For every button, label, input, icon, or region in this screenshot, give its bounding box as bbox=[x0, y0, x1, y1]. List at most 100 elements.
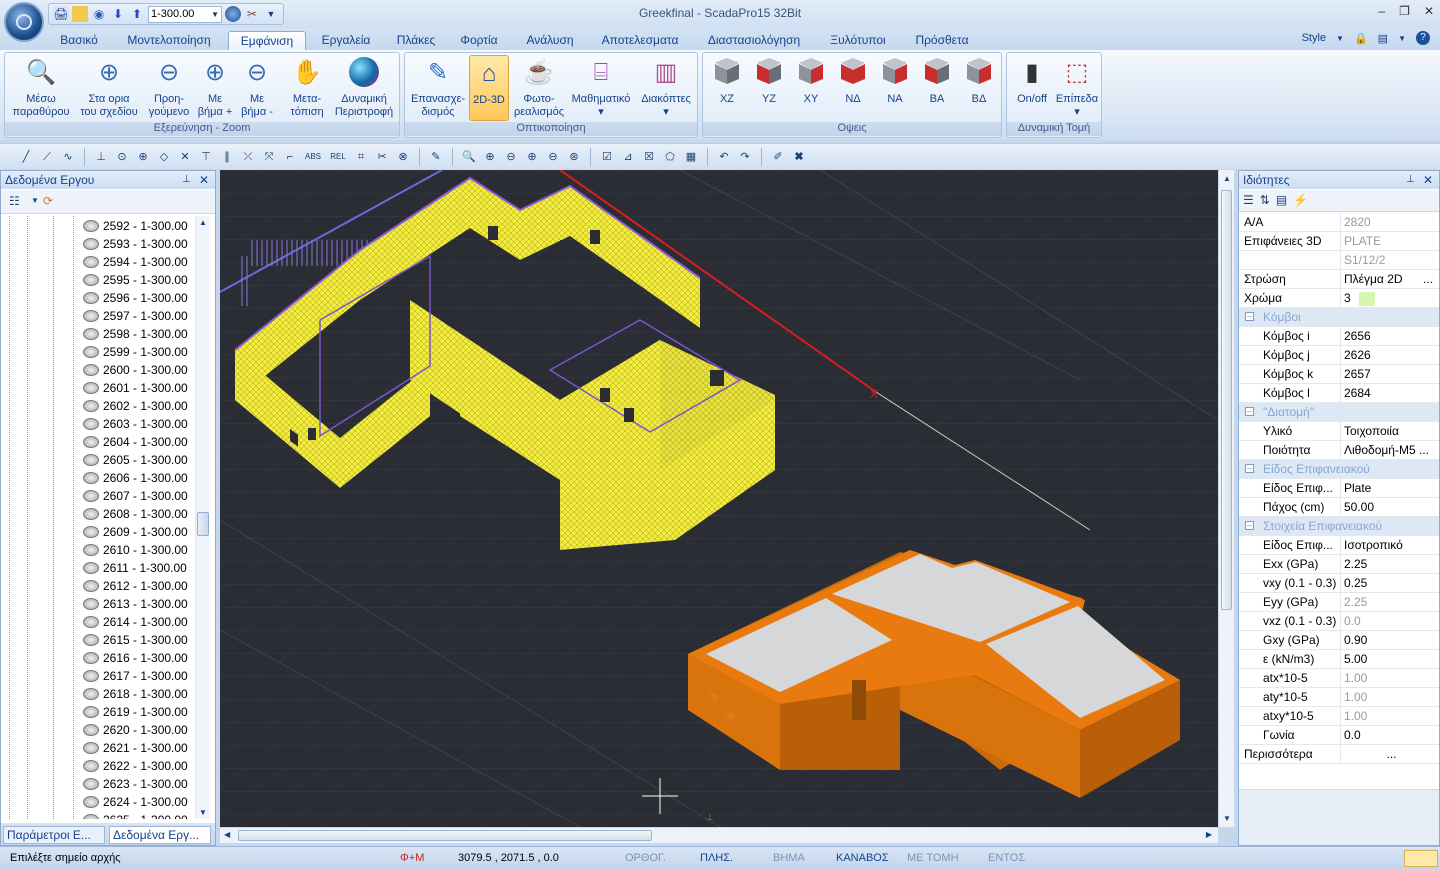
eye-icon[interactable]: ◉ bbox=[91, 6, 107, 22]
house-icon[interactable] bbox=[72, 6, 88, 22]
tree-item[interactable]: 2607 - 1-300.00 bbox=[83, 487, 188, 505]
tree-item[interactable]: 2611 - 1-300.00 bbox=[83, 559, 187, 577]
status-grid[interactable]: ΚΑΝΑΒΟΣ bbox=[836, 852, 889, 864]
status-with-section[interactable]: ΜΕ ΤΟΜΗ bbox=[907, 852, 959, 864]
grid-icon[interactable]: ▦ bbox=[683, 149, 699, 165]
tree-item[interactable]: 2615 - 1-300.00 bbox=[83, 631, 188, 649]
scroll-right-icon[interactable]: ▶ bbox=[1206, 830, 1212, 839]
property-row[interactable]: atxy*10-5 1.00 bbox=[1239, 707, 1439, 726]
tab-project-parameters[interactable]: Παράμετροι Ε... bbox=[3, 826, 105, 844]
check-icon[interactable]: ☑ bbox=[599, 149, 615, 165]
polyline-icon[interactable]: ⟋ bbox=[39, 149, 55, 165]
tab-view[interactable]: Εμφάνιση bbox=[228, 31, 306, 50]
tree-item[interactable]: 2603 - 1-300.00 bbox=[83, 415, 188, 433]
collapse-icon[interactable]: – bbox=[1245, 464, 1254, 473]
tab-analysis[interactable]: Ανάλυση bbox=[522, 31, 578, 50]
property-row[interactable]: Gxy (GPa) 0.90 bbox=[1239, 631, 1439, 650]
property-row[interactable]: vxz (0.1 - 0.3) 0.0 bbox=[1239, 612, 1439, 631]
zoom-out-icon[interactable]: ⊖ bbox=[545, 149, 561, 165]
zoom-extents-icon[interactable]: ⊕ bbox=[482, 149, 498, 165]
property-row[interactable]: Υλικό Τοιχοποιία bbox=[1239, 422, 1439, 441]
undo-icon[interactable]: ↶ bbox=[716, 149, 732, 165]
status-ortho[interactable]: ΟΡΘΟΓ. bbox=[625, 852, 666, 864]
zoom-prev-icon[interactable]: ⊖ bbox=[503, 149, 519, 165]
tab-formwork[interactable]: Ξυλότυποι bbox=[826, 31, 890, 50]
brush-icon[interactable]: ✐ bbox=[770, 149, 786, 165]
tree-item[interactable]: 2624 - 1-300.00 bbox=[83, 793, 188, 811]
scroll-up-icon[interactable]: ▲ bbox=[199, 218, 207, 227]
tree-item[interactable]: 2623 - 1-300.00 bbox=[83, 775, 188, 793]
pin-icon[interactable]: ⊗ bbox=[395, 149, 411, 165]
qat-customize-icon[interactable]: ▼ bbox=[263, 6, 279, 22]
tree-item[interactable]: 2621 - 1-300.00 bbox=[83, 739, 188, 757]
viewport-vertical-scrollbar[interactable]: ▲ ▼ bbox=[1218, 170, 1234, 827]
snap-center-icon[interactable]: ⊕ bbox=[135, 149, 151, 165]
tree-item[interactable]: 2622 - 1-300.00 bbox=[83, 757, 188, 775]
property-value[interactable]: 0.0 bbox=[1341, 612, 1439, 630]
property-value[interactable]: 2656 bbox=[1341, 327, 1439, 345]
tree-item[interactable]: 2604 - 1-300.00 bbox=[83, 433, 188, 451]
status-phi-m[interactable]: Φ+Μ bbox=[400, 852, 424, 864]
property-row[interactable]: aty*10-5 1.00 bbox=[1239, 688, 1439, 707]
tree-item[interactable]: 2608 - 1-300.00 bbox=[83, 505, 188, 523]
tangent-icon[interactable]: ◇ bbox=[156, 149, 172, 165]
collapse-icon[interactable]: – bbox=[1245, 521, 1254, 530]
tab-results[interactable]: Αποτελεσματα bbox=[598, 31, 682, 50]
tree-item[interactable]: 2617 - 1-300.00 bbox=[83, 667, 188, 685]
categorized-icon[interactable]: ☰ bbox=[1243, 193, 1254, 208]
property-value[interactable]: Τοιχοποιία bbox=[1341, 422, 1439, 440]
redraw-button[interactable]: ✎ Επανασχε-δισμός bbox=[407, 55, 469, 119]
redo-icon[interactable]: ↷ bbox=[737, 149, 753, 165]
property-row[interactable]: Στρώση Πλέγμα 2D... bbox=[1239, 270, 1439, 289]
property-value[interactable]: 1.00 bbox=[1341, 669, 1439, 687]
tree-item[interactable]: 2616 - 1-300.00 bbox=[83, 649, 188, 667]
close-icon[interactable]: ✕ bbox=[1423, 171, 1433, 189]
property-value[interactable]: 1.00 bbox=[1341, 688, 1439, 706]
property-row[interactable]: Eyy (GPa) 2.25 bbox=[1239, 593, 1439, 612]
property-value[interactable]: 0.25 bbox=[1341, 574, 1439, 592]
property-row[interactable]: Περισσότερα... bbox=[1239, 745, 1439, 764]
property-value[interactable]: Ισοτροπικό bbox=[1341, 536, 1439, 554]
property-row[interactable]: Exx (GPa) 2.25 bbox=[1239, 555, 1439, 574]
zoom-realtime-icon[interactable]: ⊛ bbox=[566, 149, 582, 165]
view-se-button[interactable]: ΝΑ bbox=[875, 55, 915, 106]
collapse-icon[interactable]: – bbox=[1245, 407, 1254, 416]
section-planes-button[interactable]: ⬚ Επίπεδα ▾ bbox=[1053, 55, 1101, 119]
property-value[interactable]: 1.00 bbox=[1341, 707, 1439, 725]
close-icon[interactable]: ✕ bbox=[1424, 4, 1434, 18]
measure-icon[interactable]: ⊿ bbox=[620, 149, 636, 165]
chevron-down-icon[interactable]: ▼ bbox=[31, 196, 39, 205]
tree-item[interactable]: 2619 - 1-300.00 bbox=[83, 703, 188, 721]
tree-item[interactable]: 2598 - 1-300.00 bbox=[83, 325, 188, 343]
property-row[interactable]: Είδος Επιφ... Plate bbox=[1239, 479, 1439, 498]
select-icon[interactable]: ☒ bbox=[641, 149, 657, 165]
close-icon[interactable]: ✕ bbox=[199, 171, 209, 189]
parallel-icon[interactable]: ∥ bbox=[219, 149, 235, 165]
property-row[interactable]: Επιφάνειες 3D PLATE bbox=[1239, 232, 1439, 251]
help-icon[interactable]: ? bbox=[1416, 31, 1430, 45]
property-value[interactable]: 2820 bbox=[1341, 213, 1439, 231]
tree-item[interactable]: 2600 - 1-300.00 bbox=[83, 361, 188, 379]
flag-icon[interactable]: ▤ bbox=[1378, 32, 1388, 45]
zoom-icon[interactable]: 🔍 bbox=[461, 149, 477, 165]
object-snap-icon[interactable]: ⌗ bbox=[353, 149, 369, 165]
property-value[interactable]: Πλέγμα 2D... bbox=[1341, 270, 1439, 288]
tree-item[interactable]: 2595 - 1-300.00 bbox=[83, 271, 188, 289]
property-row[interactable]: Κόμβος k 2657 bbox=[1239, 365, 1439, 384]
zoom-window-button[interactable]: 🔍 Μέσω παραθύρου bbox=[7, 55, 75, 119]
line-icon[interactable]: ╱ bbox=[18, 149, 34, 165]
lock-icon[interactable]: 🔒 bbox=[1354, 32, 1368, 45]
property-value[interactable]: Plate bbox=[1341, 479, 1439, 497]
ellipsis-button[interactable]: ... bbox=[1423, 270, 1433, 288]
property-row[interactable]: Ποιότητα Λιθοδομή-Μ5 ... bbox=[1239, 441, 1439, 460]
tree-item[interactable]: 2597 - 1-300.00 bbox=[83, 307, 188, 325]
zoom-in-step-button[interactable]: ⊕ Με βήμα + bbox=[195, 55, 235, 119]
zoom-in-icon[interactable]: ⊕ bbox=[524, 149, 540, 165]
status-step[interactable]: ΒΗΜΑ bbox=[773, 852, 805, 864]
tree-item[interactable]: 2612 - 1-300.00 bbox=[83, 577, 188, 595]
tree-item[interactable]: 2601 - 1-300.00 bbox=[83, 379, 188, 397]
tree-scrollbar[interactable]: ▲ ▼ bbox=[195, 216, 209, 819]
status-keyboard[interactable]: ΠΛΗΣ. bbox=[700, 852, 733, 864]
tab-extras[interactable]: Πρόσθετα bbox=[910, 31, 974, 50]
edit-pen-icon[interactable]: ✎ bbox=[428, 149, 444, 165]
